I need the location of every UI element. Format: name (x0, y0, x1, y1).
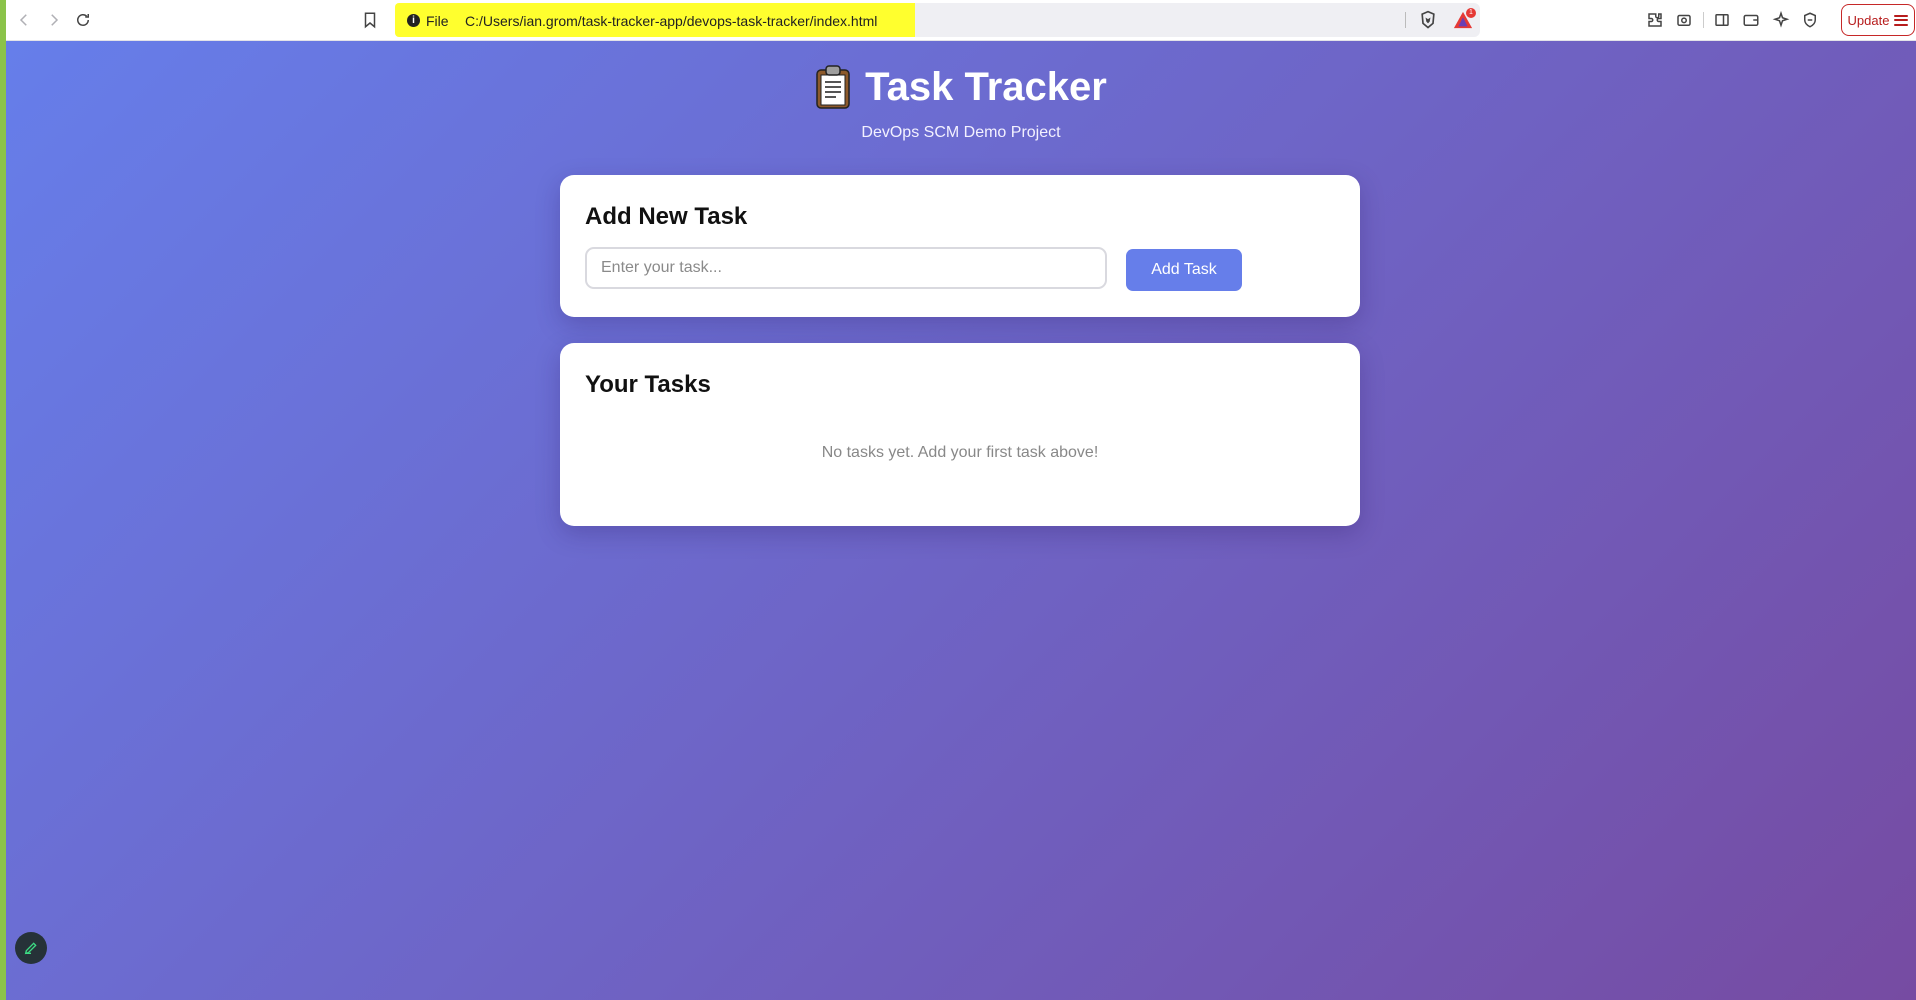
security-label: File (426, 13, 449, 29)
empty-state-message: No tasks yet. Add your first task above! (821, 444, 1099, 461)
rewards-badge: 1 (1466, 8, 1476, 18)
bookmark-icon[interactable] (358, 8, 382, 32)
screenshot-icon[interactable] (1672, 8, 1696, 32)
menu-icon (1894, 14, 1909, 26)
window-edge-strip (0, 0, 6, 1000)
back-icon[interactable] (12, 8, 36, 32)
edit-pencil-icon[interactable] (15, 932, 47, 964)
add-task-card: Add New Task Add Task (560, 175, 1360, 317)
clipboard-icon (815, 65, 851, 109)
title-text: Task Tracker (865, 65, 1107, 109)
add-task-heading: Add New Task (585, 203, 748, 230)
wallet-icon[interactable] (1739, 8, 1763, 32)
leo-ai-icon[interactable] (1769, 8, 1793, 32)
update-button[interactable]: Update (1841, 4, 1915, 36)
page-subtitle: DevOps SCM Demo Project (861, 124, 1061, 141)
update-label: Update (1847, 12, 1890, 28)
address-bar[interactable]: i File C:/Users/ian.grom/task-tracker-ap… (395, 3, 1480, 37)
url-text[interactable]: C:/Users/ian.grom/task-tracker-app/devop… (465, 13, 877, 29)
toolbar-divider (1703, 12, 1704, 28)
forward-icon[interactable] (42, 8, 66, 32)
extensions-icon[interactable] (1643, 8, 1667, 32)
task-list-card: Your Tasks No tasks yet. Add your first … (560, 343, 1360, 526)
reload-icon[interactable] (71, 8, 95, 32)
task-input[interactable] (585, 247, 1107, 289)
brave-shields-icon[interactable] (1418, 10, 1438, 30)
add-task-button[interactable]: Add Task (1126, 249, 1242, 291)
browser-toolbar: i File C:/Users/ian.grom/task-tracker-ap… (6, 0, 1916, 41)
address-divider (1405, 12, 1406, 28)
vpn-shield-icon[interactable] (1798, 8, 1822, 32)
sidebar-icon[interactable] (1710, 8, 1734, 32)
app-page: Task Tracker DevOps SCM Demo Project Add… (6, 41, 1916, 1000)
task-list-heading: Your Tasks (585, 371, 711, 398)
app-header: Task Tracker DevOps SCM Demo Project (6, 63, 1916, 142)
info-icon[interactable]: i (407, 14, 420, 27)
page-title: Task Tracker (815, 63, 1107, 111)
